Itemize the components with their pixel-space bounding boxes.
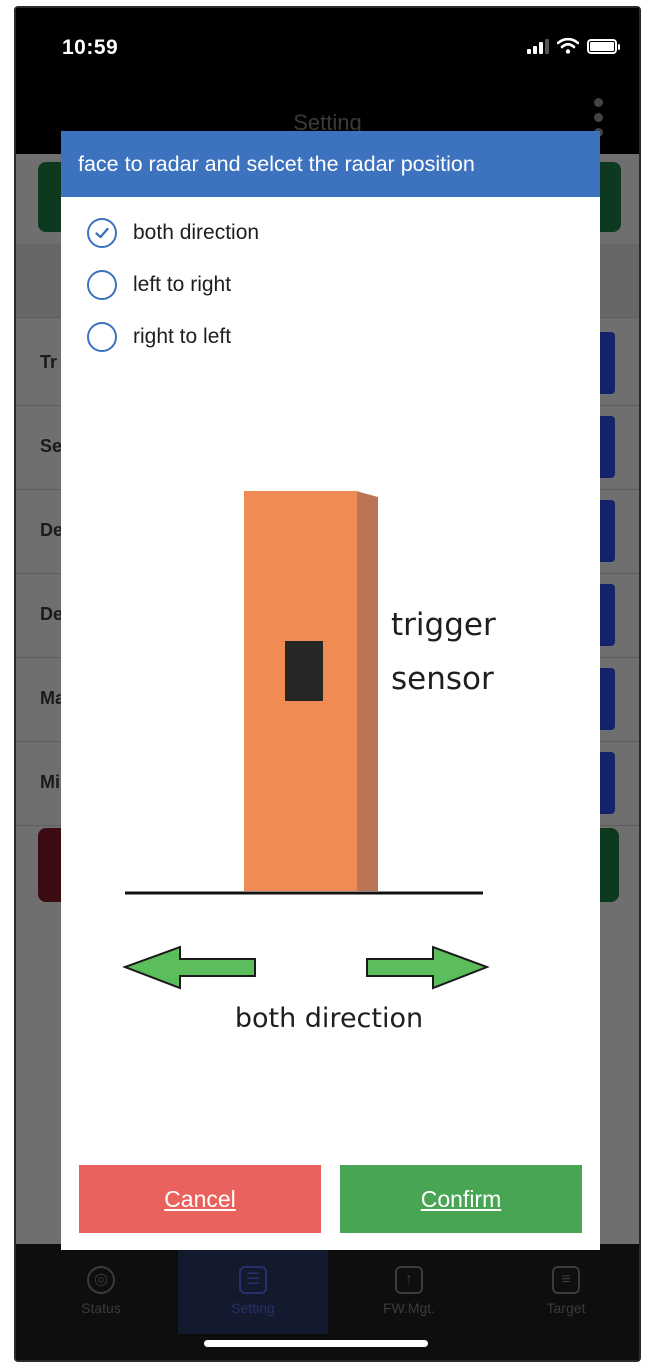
bg-row-label: Tr xyxy=(40,352,58,372)
wifi-icon xyxy=(557,38,579,54)
sensor-label-line1: trigger xyxy=(391,607,496,643)
cancel-button[interactable]: Cancel xyxy=(79,1165,321,1233)
signal-icon xyxy=(527,38,549,54)
sensor-label-line2: sensor xyxy=(391,661,494,697)
status-bar: 10:59 xyxy=(16,8,639,92)
battery-icon xyxy=(587,38,620,54)
direction-caption: both direction xyxy=(235,1003,423,1034)
tab-status[interactable]: ◎ Status xyxy=(26,1244,176,1334)
tab-setting[interactable]: ☰ Setting xyxy=(178,1244,328,1334)
tab-label: Status xyxy=(81,1300,121,1316)
bg-row-label: Mi xyxy=(40,772,60,792)
status-time: 10:59 xyxy=(62,36,119,59)
home-indicator[interactable] xyxy=(204,1340,428,1347)
tab-label: Target xyxy=(546,1300,586,1316)
arrow-right-icon xyxy=(366,945,490,990)
status-icons xyxy=(527,38,620,54)
radar-position-dialog: face to radar and selcet the radar posit… xyxy=(61,131,600,1250)
message-icon: ≡ xyxy=(552,1266,580,1294)
arrow-left-icon xyxy=(122,945,256,990)
bg-row-label: De xyxy=(40,604,64,624)
direction-illustration: trigger sensor both direction xyxy=(122,491,496,1034)
confirm-button[interactable]: Confirm xyxy=(340,1165,582,1233)
radar-icon: ◎ xyxy=(87,1266,115,1294)
settings-list-icon: ☰ xyxy=(239,1266,267,1294)
firmware-upload-icon: ↑ xyxy=(395,1266,423,1294)
sensor-window xyxy=(285,641,323,701)
tab-target[interactable]: ≡ Target xyxy=(491,1244,639,1334)
tab-label: FW.Mgt. xyxy=(382,1300,436,1316)
tab-label: Setting xyxy=(231,1300,275,1316)
bg-row-label: De xyxy=(40,520,64,540)
sensor-side-face xyxy=(356,491,378,891)
bg-row-label: Se xyxy=(40,436,63,456)
tab-fw-mgt[interactable]: ↑ FW.Mgt. xyxy=(334,1244,484,1334)
